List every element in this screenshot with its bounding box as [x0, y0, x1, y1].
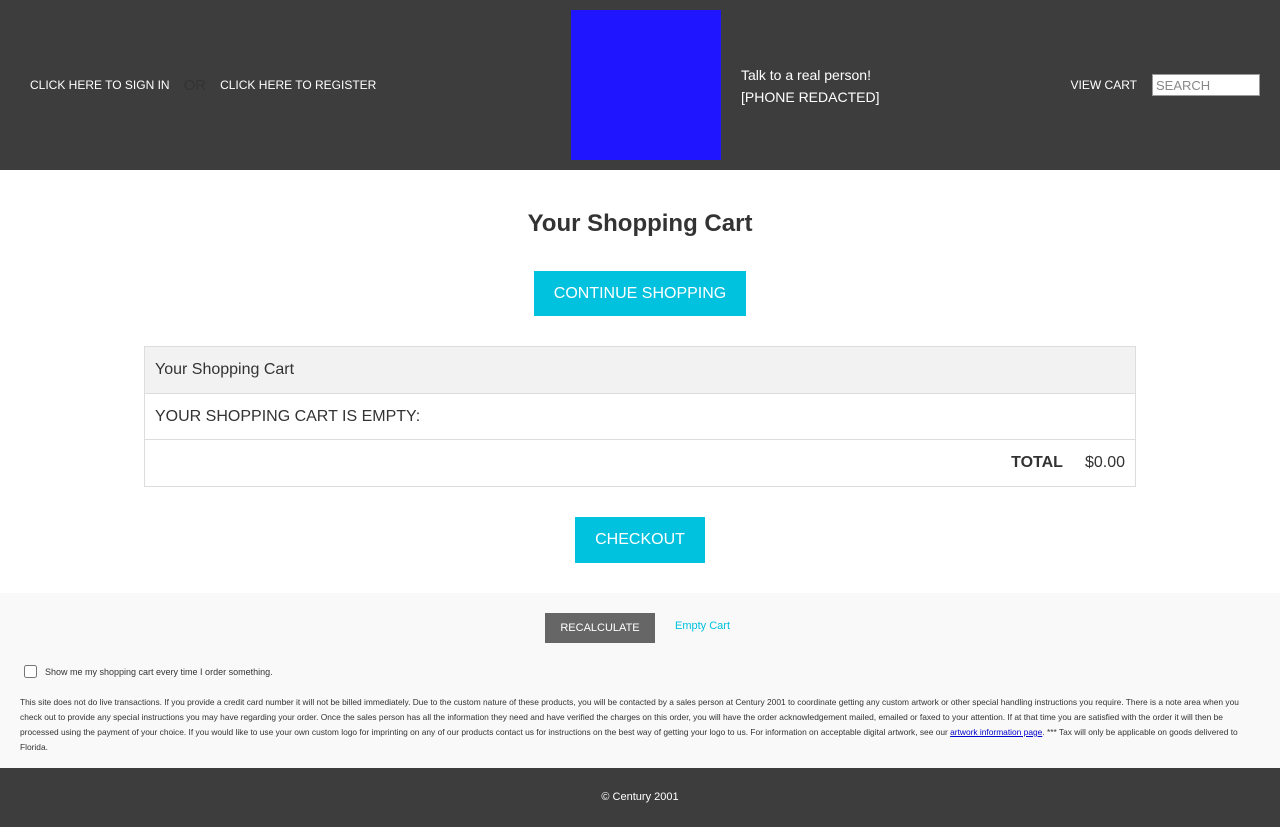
site-header: CLICK HERE TO SIGN IN OR CLICK HERE TO R… [0, 0, 1280, 170]
cart-empty-message: YOUR SHOPPING CART IS EMPTY: [144, 393, 1136, 440]
disclaimer-text: This site does not do live transactions.… [20, 695, 1260, 755]
continue-shopping-button[interactable]: CONTINUE SHOPPING [534, 271, 746, 316]
account-links: CLICK HERE TO SIGN IN OR CLICK HERE TO R… [30, 74, 376, 96]
recalculate-button[interactable]: RECALCULATE [545, 613, 655, 643]
copyright-bar: © Century 2001 [0, 768, 1280, 827]
checkout-button[interactable]: CHECKOUT [575, 517, 705, 563]
or-separator: OR [183, 76, 207, 94]
artwork-info-link[interactable]: artwork information page [950, 727, 1042, 737]
cart-total-row: TOTAL $0.00 [144, 439, 1136, 487]
cart-empty-row: YOUR SHOPPING CART IS EMPTY: [144, 393, 1136, 440]
header-tools: VIEW CART [1071, 74, 1260, 96]
cart-table-header-row: Your Shopping Cart [144, 346, 1136, 394]
page-title: Your Shopping Cart [527, 210, 753, 237]
site-logo[interactable] [571, 10, 721, 160]
show-cart-label: Show me my shopping cart every time I or… [45, 666, 273, 677]
cart-total-cell: TOTAL $0.00 [144, 439, 1136, 487]
show-cart-option: Show me my shopping cart every time I or… [24, 665, 273, 678]
contact-phone: [PHONE REDACTED] [741, 89, 880, 105]
empty-cart-link[interactable]: Empty Cart [675, 620, 730, 632]
contact-info: Talk to a real person! [PHONE REDACTED] [741, 64, 879, 108]
search-input[interactable] [1152, 74, 1260, 96]
cart-footer: RECALCULATE Empty Cart Show me my shoppi… [0, 593, 1280, 768]
sign-in-link[interactable]: CLICK HERE TO SIGN IN [30, 78, 170, 92]
show-cart-checkbox[interactable] [24, 665, 37, 678]
contact-tagline: Talk to a real person! [741, 67, 871, 83]
copyright-text: © Century 2001 [601, 791, 679, 803]
cart-table-header: Your Shopping Cart [144, 346, 1136, 394]
total-value: $0.00 [1084, 454, 1125, 471]
cart-table: Your Shopping Cart YOUR SHOPPING CART IS… [144, 346, 1136, 487]
view-cart-link[interactable]: VIEW CART [1071, 78, 1137, 92]
register-link[interactable]: CLICK HERE TO REGISTER [220, 78, 376, 92]
total-label: TOTAL [1011, 454, 1063, 471]
